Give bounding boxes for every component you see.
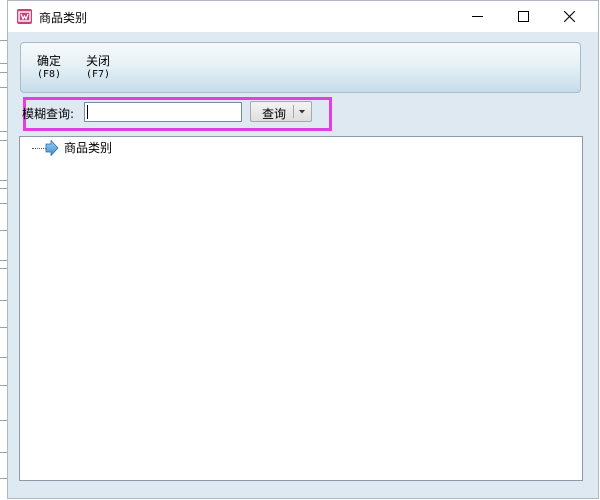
confirm-shortcut: (F8) xyxy=(36,69,62,80)
chevron-down-icon[interactable] xyxy=(299,110,305,114)
minimize-icon xyxy=(471,16,483,17)
minimize-button[interactable] xyxy=(454,1,500,32)
query-button-label: 查询 xyxy=(262,107,287,121)
query-button-separator xyxy=(293,105,294,118)
arrow-right-icon xyxy=(45,140,59,156)
confirm-label: 确定 xyxy=(36,54,61,68)
window-title: 商品类别 xyxy=(39,11,88,25)
title-bar: 商品类别 xyxy=(8,1,598,32)
query-button[interactable]: 查询 xyxy=(250,101,312,122)
category-tree[interactable]: 商品类别 xyxy=(19,136,583,481)
search-input[interactable] xyxy=(84,102,242,122)
search-label: 模糊查询: xyxy=(22,107,75,121)
tree-item-label[interactable]: 商品类别 xyxy=(64,139,112,156)
close-icon xyxy=(563,11,575,22)
close-window-button[interactable] xyxy=(546,1,592,32)
dialog-window: 商品类别 确定 (F8) 关闭 (F7) 模糊查询: 查询 商品类别 xyxy=(7,0,599,499)
close-label: 关闭 xyxy=(85,54,110,68)
maximize-button[interactable] xyxy=(500,1,546,32)
toolbar: 确定 (F8) 关闭 (F7) xyxy=(20,42,581,93)
confirm-button[interactable]: 确定 (F8) xyxy=(29,55,69,81)
maximize-icon xyxy=(517,11,529,22)
close-button[interactable]: 关闭 (F7) xyxy=(78,55,118,81)
close-shortcut: (F7) xyxy=(85,69,111,80)
text-caret xyxy=(87,105,88,119)
app-icon xyxy=(17,9,32,24)
